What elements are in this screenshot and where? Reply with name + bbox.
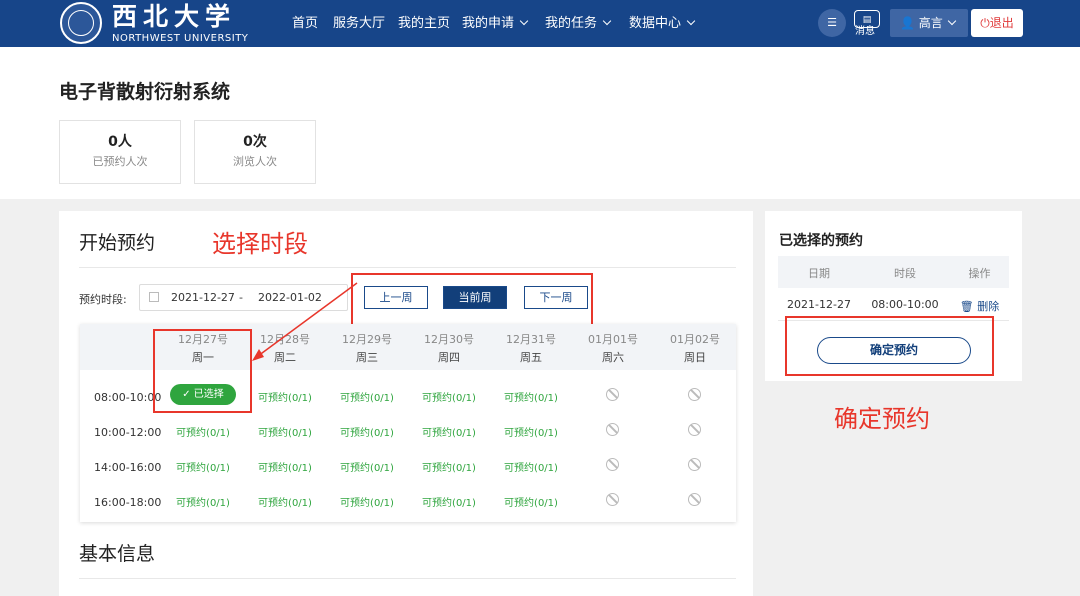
unavailable-icon: [688, 493, 701, 506]
unavailable-icon: [606, 458, 619, 471]
chevron-down-icon: [947, 16, 957, 26]
annotation-confirm-box: [785, 316, 994, 376]
slot-available[interactable]: 可预约(0/1): [490, 424, 572, 439]
nav-my-applications[interactable]: 我的申请: [462, 15, 529, 33]
range-separator: -: [239, 291, 243, 304]
slot-available[interactable]: 可预约(0/1): [408, 389, 490, 404]
range-start: 2021-12-27: [171, 291, 235, 304]
col-header-time: 时段: [894, 267, 916, 280]
system-intro-section: 电子背散射衍射系统 0人 已预约人次 0次 浏览人次: [0, 47, 1080, 199]
slot-available[interactable]: 可预约(0/1): [162, 424, 244, 439]
university-logo-english: NORTHWEST UNIVERSITY: [112, 33, 249, 44]
stat-view-count: 0次 浏览人次: [194, 120, 316, 184]
unavailable-icon: [606, 388, 619, 401]
user-name: 高言: [918, 16, 943, 30]
day-name: 周二: [274, 351, 296, 364]
time-slot-label: 16:00-18:00: [94, 496, 162, 509]
basic-info-title: 基本信息: [79, 543, 156, 565]
slot-available[interactable]: 可预约(0/1): [244, 494, 326, 509]
selected-date-cell: 2021-12-27: [787, 298, 851, 311]
slot-available[interactable]: 可预约(0/1): [490, 389, 572, 404]
unavailable-icon: [688, 458, 701, 471]
nav-my-tasks[interactable]: 我的任务: [545, 15, 612, 33]
slot-available[interactable]: 可预约(0/1): [490, 459, 572, 474]
annotation-select-period: 选择时段: [212, 230, 308, 258]
day-name: 周四: [438, 351, 460, 364]
unavailable-icon: [688, 423, 701, 436]
trash-icon: 🗑: [959, 300, 974, 313]
selected-table-header: 日期 时段 操作: [778, 256, 1009, 288]
divider: [79, 578, 736, 579]
nav-my-homepage[interactable]: 我的主页: [398, 15, 450, 33]
time-slot-label: 08:00-10:00: [94, 391, 162, 404]
chevron-down-icon: [519, 16, 529, 26]
booking-card: 开始预约 选择时段 预约时段: 2021-12-27 - 2022-01-02 …: [59, 211, 753, 596]
slot-available[interactable]: 可预约(0/1): [244, 389, 326, 404]
slot-available[interactable]: 可预约(0/1): [326, 424, 408, 439]
logout-button[interactable]: ⏻退出: [971, 9, 1023, 37]
search-list-icon[interactable]: ☰: [818, 9, 846, 37]
nav-data-center[interactable]: 数据中心: [629, 15, 696, 33]
day-name: 周日: [684, 351, 706, 364]
divider: [79, 267, 736, 268]
day-date: 12月31号: [506, 333, 556, 346]
user-menu-button[interactable]: 👤 高言: [890, 9, 968, 37]
day-name: 周六: [602, 351, 624, 364]
range-end: 2022-01-02: [258, 291, 322, 304]
user-icon: 👤: [900, 16, 915, 30]
delete-booking-link[interactable]: 🗑 删除: [950, 298, 1009, 314]
day-date: 01月01号: [588, 333, 638, 346]
slot-available[interactable]: 可预约(0/1): [326, 459, 408, 474]
slot-available[interactable]: 可预约(0/1): [408, 424, 490, 439]
time-slot-label: 10:00-12:00: [94, 426, 162, 439]
slot-available[interactable]: 可预约(0/1): [326, 389, 408, 404]
slot-available[interactable]: 可预约(0/1): [326, 494, 408, 509]
date-range-picker[interactable]: 2021-12-27 - 2022-01-02: [139, 284, 348, 311]
selected-booking-title: 已选择的预约: [779, 233, 863, 249]
nav-home[interactable]: 首页: [292, 15, 318, 33]
slot-available[interactable]: 可预约(0/1): [490, 494, 572, 509]
nav-service-hall[interactable]: 服务大厅: [333, 15, 385, 33]
calendar-icon: [149, 292, 159, 302]
message-label: 消息: [855, 26, 875, 37]
selected-time-cell: 08:00-10:00: [871, 298, 939, 311]
chevron-down-icon: [602, 16, 612, 26]
slot-available[interactable]: 可预约(0/1): [244, 459, 326, 474]
booking-section-title: 开始预约: [79, 232, 156, 254]
power-icon: ⏻: [980, 16, 990, 30]
slot-available[interactable]: 可预约(0/1): [244, 424, 326, 439]
chevron-down-icon: [686, 16, 696, 26]
time-slot-label: 14:00-16:00: [94, 461, 162, 474]
col-header-action: 操作: [968, 267, 991, 280]
slot-available[interactable]: 可预约(0/1): [408, 459, 490, 474]
day-date: 12月30号: [424, 333, 474, 346]
day-date: 12月28号: [260, 333, 310, 346]
annotation-selected-slot-box: [153, 329, 252, 413]
annotation-confirm-text: 确定预约: [834, 405, 930, 433]
slot-available[interactable]: 可预约(0/1): [162, 494, 244, 509]
annotation-week-buttons-box: [351, 273, 593, 327]
day-name: 周三: [356, 351, 378, 364]
slot-available[interactable]: 可预约(0/1): [162, 459, 244, 474]
day-date: 12月29号: [342, 333, 392, 346]
day-date: 01月02号: [670, 333, 720, 346]
col-header-date: 日期: [808, 267, 830, 280]
page-title: 电子背散射衍射系统: [59, 81, 231, 103]
university-seal-logo[interactable]: [60, 2, 102, 44]
selected-booking-card: 已选择的预约 日期 时段 操作 2021-12-27 08:00-10:00 🗑…: [765, 211, 1022, 381]
unavailable-icon: [688, 388, 701, 401]
unavailable-icon: [606, 423, 619, 436]
slot-available[interactable]: 可预约(0/1): [408, 494, 490, 509]
stat-booked-count: 0人 已预约人次: [59, 120, 181, 184]
university-logo-text: 西北大学: [112, 2, 237, 31]
booking-range-label: 预约时段:: [79, 293, 127, 306]
unavailable-icon: [606, 493, 619, 506]
top-navigation-bar: 西北大学 NORTHWEST UNIVERSITY 首页 服务大厅 我的主页 我…: [0, 0, 1080, 47]
day-name: 周五: [520, 351, 542, 364]
